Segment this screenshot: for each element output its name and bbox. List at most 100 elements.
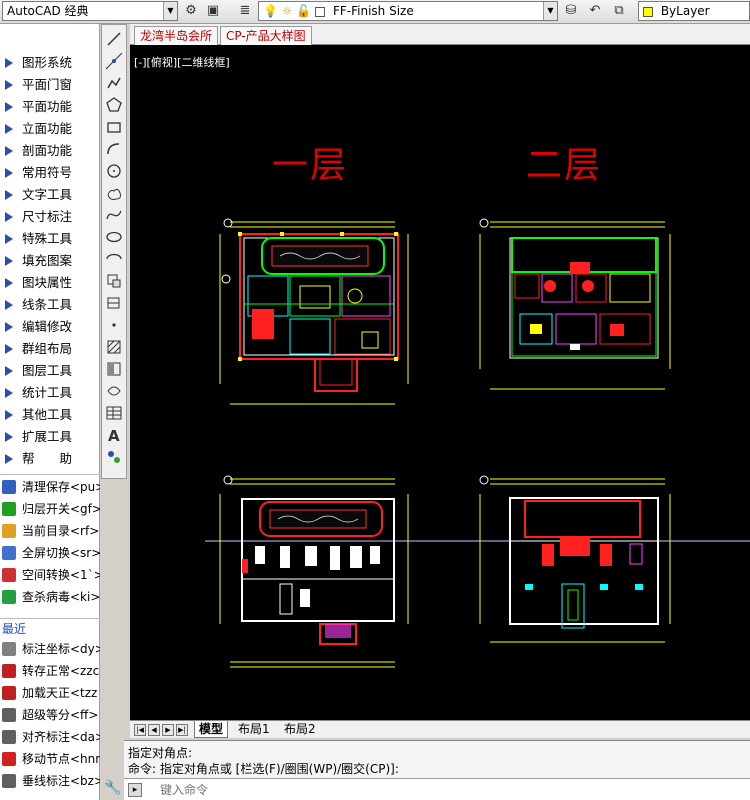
region-icon[interactable] xyxy=(104,381,124,401)
triangle-right-icon xyxy=(5,80,13,90)
recent-command-item[interactable]: 超级等分<ff> xyxy=(0,704,100,726)
layer-previous-icon[interactable]: ↶ xyxy=(586,2,604,20)
color-value: ByLayer xyxy=(660,4,710,18)
ellipse-arc-icon[interactable] xyxy=(104,249,124,269)
command-item[interactable]: 清理保存<pu> xyxy=(0,476,100,498)
revision-cloud-icon[interactable] xyxy=(104,183,124,203)
layer-select[interactable]: 💡 ☼ 🔓 FF-Finish Size ▼ xyxy=(258,1,558,21)
command-icon xyxy=(2,590,16,604)
hatch-icon[interactable] xyxy=(104,337,124,357)
command-item[interactable]: 空间转换<1`> xyxy=(0,564,100,586)
command-label: 超级等分<ff> xyxy=(22,708,99,722)
menu-item[interactable]: 立面功能 xyxy=(0,118,100,140)
top-toolbar: AutoCAD 经典 ▼ ⚙ ▣ ≣ 💡 ☼ 🔓 FF-Finish Size … xyxy=(0,0,750,24)
wrench-icon[interactable]: 🔧 xyxy=(103,778,123,798)
recent-command-item[interactable]: 转存正常<zzc xyxy=(0,660,100,682)
recent-command-item[interactable]: 垂线标注<bz> xyxy=(0,770,100,792)
command-input[interactable] xyxy=(160,781,720,799)
menu-item-label: 图形系统 xyxy=(22,55,73,70)
menu-item-label: 图层工具 xyxy=(22,363,73,378)
arc-icon[interactable] xyxy=(104,139,124,159)
command-label: 加载天正<tzz xyxy=(22,686,98,700)
tab-model[interactable]: 模型 xyxy=(194,721,229,738)
spline-icon[interactable] xyxy=(104,205,124,225)
make-block-icon[interactable] xyxy=(104,293,124,313)
triangle-right-icon xyxy=(5,432,13,442)
recent-command-item[interactable]: 对齐标注<da> xyxy=(0,726,100,748)
recent-command-item[interactable]: 移动节点<hnn xyxy=(0,748,100,770)
menu-item[interactable]: 群组布局 xyxy=(0,338,100,360)
menu-item[interactable]: 线条工具 xyxy=(0,294,100,316)
recent-command-item[interactable]: 标注坐标<dy> xyxy=(0,638,100,660)
circle-icon[interactable] xyxy=(104,161,124,181)
menu-item[interactable]: 填充图案 xyxy=(0,250,100,272)
command-label: 垂线标注<bz> xyxy=(22,774,100,788)
table-icon[interactable] xyxy=(104,403,124,423)
gear-icon[interactable]: ⚙ xyxy=(182,2,200,20)
menu-item-label: 平面门窗 xyxy=(22,77,73,92)
workspace-select[interactable]: AutoCAD 经典 ▼ xyxy=(2,1,178,21)
menu-item[interactable]: 其他工具 xyxy=(0,404,100,426)
prev-tab-icon[interactable]: ◀ xyxy=(148,724,160,736)
floor-plans-drawing xyxy=(205,218,750,668)
menu-item[interactable]: 剖面功能 xyxy=(0,140,100,162)
workspace-settings-icon[interactable]: ▣ xyxy=(204,2,222,20)
command-prompt-icon[interactable]: ▸ xyxy=(128,783,142,797)
layer-properties-icon[interactable]: ≣ xyxy=(236,2,254,20)
line-icon[interactable] xyxy=(104,29,124,49)
menu-item[interactable]: 特殊工具 xyxy=(0,228,100,250)
menu-item[interactable]: 帮 助 xyxy=(0,448,100,470)
command-icon xyxy=(2,546,16,560)
command-item[interactable]: 归层开关<gf> xyxy=(0,498,100,520)
menu-item[interactable]: 文字工具 xyxy=(0,184,100,206)
menu-item-label: 群组布局 xyxy=(22,341,73,356)
drawing-canvas[interactable]: 龙湾半岛会所 CP-产品大样图 [-][俯视][二维线框] 一层 二层 xyxy=(130,24,750,720)
next-tab-icon[interactable]: ▶ xyxy=(162,724,174,736)
text-icon[interactable]: A xyxy=(104,425,124,445)
first-tab-icon[interactable]: |◀ xyxy=(134,724,146,736)
tab-layout2[interactable]: 布局2 xyxy=(280,721,320,738)
last-tab-icon[interactable]: ▶| xyxy=(176,724,188,736)
make-current-layer-icon[interactable]: ⛁ xyxy=(562,2,580,20)
add-selected-icon[interactable] xyxy=(104,447,124,467)
menu-item[interactable]: 图层工具 xyxy=(0,360,100,382)
triangle-right-icon xyxy=(5,190,13,200)
polyline-icon[interactable] xyxy=(104,73,124,93)
point-icon[interactable] xyxy=(104,315,124,335)
menu-item[interactable]: 图块属性 xyxy=(0,272,100,294)
command-icon xyxy=(2,708,16,722)
menu-item[interactable]: 统计工具 xyxy=(0,382,100,404)
color-select[interactable]: ByLayer xyxy=(638,1,750,21)
menu-item[interactable]: 平面功能 xyxy=(0,96,100,118)
command-item[interactable]: 当前目录<rf> xyxy=(0,520,100,542)
menu-item-label: 统计工具 xyxy=(22,385,73,400)
color-swatch xyxy=(643,6,653,17)
command-label: 移动节点<hnn xyxy=(22,752,100,766)
triangle-right-icon xyxy=(5,168,13,178)
chevron-down-icon: ▼ xyxy=(543,2,557,20)
gradient-icon[interactable] xyxy=(104,359,124,379)
menu-item-label: 填充图案 xyxy=(22,253,73,268)
polygon-icon[interactable] xyxy=(104,95,124,115)
layer-match-icon[interactable]: ⧉ xyxy=(610,2,628,20)
menu-item-label: 尺寸标注 xyxy=(22,209,73,224)
command-icon xyxy=(2,524,16,538)
rectangle-icon[interactable] xyxy=(104,117,124,137)
recent-command-item[interactable]: 加载天正<tzz xyxy=(0,682,100,704)
command-label: 对齐标注<da> xyxy=(22,730,100,744)
menu-item[interactable]: 图形系统 xyxy=(0,52,100,74)
menu-item[interactable]: 扩展工具 xyxy=(0,426,100,448)
command-icon xyxy=(2,752,16,766)
menu-item[interactable]: 编辑修改 xyxy=(0,316,100,338)
command-item[interactable]: 全屏切换<sr> xyxy=(0,542,100,564)
insert-block-icon[interactable] xyxy=(104,271,124,291)
menu-item-label: 剖面功能 xyxy=(22,143,73,158)
ellipse-icon[interactable] xyxy=(104,227,124,247)
menu-item[interactable]: 平面门窗 xyxy=(0,74,100,96)
command-item[interactable]: 查杀病毒<ki> xyxy=(0,586,100,608)
construction-line-icon[interactable] xyxy=(104,51,124,71)
menu-item[interactable]: 尺寸标注 xyxy=(0,206,100,228)
triangle-right-icon xyxy=(5,58,13,68)
tab-layout1[interactable]: 布局1 xyxy=(234,721,274,738)
menu-item[interactable]: 常用符号 xyxy=(0,162,100,184)
